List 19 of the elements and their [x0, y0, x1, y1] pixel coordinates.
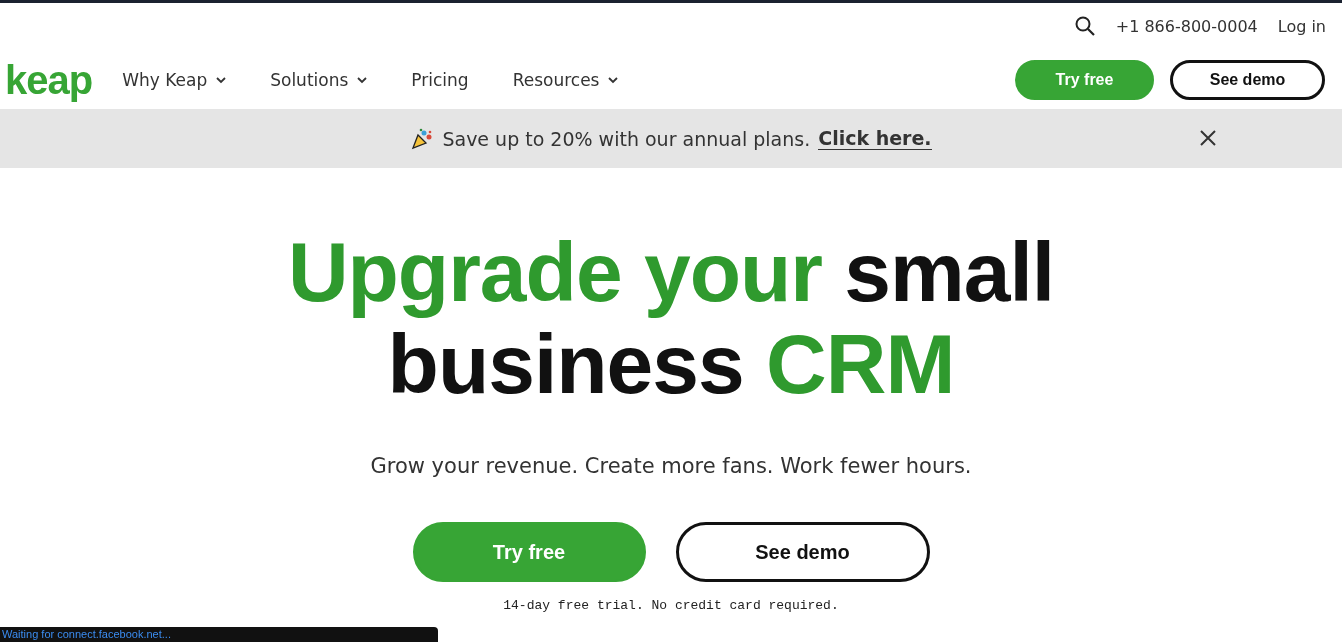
click-here-link[interactable]: Click here. [818, 127, 932, 150]
hero-headline: Upgrade your small business CRM [287, 226, 1055, 410]
nav-link[interactable]: Resources [512, 70, 619, 90]
search-icon[interactable] [1073, 15, 1096, 37]
chevron-down-icon [608, 76, 619, 84]
nav-link[interactable]: Why Keap [122, 70, 227, 90]
hero-subtitle: Grow your revenue. Create more fans. Work fewer hours. [370, 454, 972, 478]
see-demo-button[interactable]: See demo [675, 522, 930, 582]
phone-link[interactable]: +1 866-800-0004 [1115, 16, 1258, 36]
chevron-down-icon [357, 76, 368, 84]
close-icon[interactable] [1200, 130, 1216, 146]
nav-link[interactable]: Pricing [411, 70, 469, 90]
see-demo-button[interactable]: See demo [1170, 60, 1325, 100]
promo-text: Save up to 20% with our annual plans. [442, 127, 811, 150]
nav-link[interactable]: Solutions [270, 70, 368, 90]
chevron-down-icon [216, 76, 227, 84]
trial-note: 14-day free trial. No credit card required. [503, 598, 839, 613]
status-bar: Waiting for connect.facebook.net... [0, 627, 438, 642]
login-link[interactable]: Log in [1277, 16, 1326, 36]
